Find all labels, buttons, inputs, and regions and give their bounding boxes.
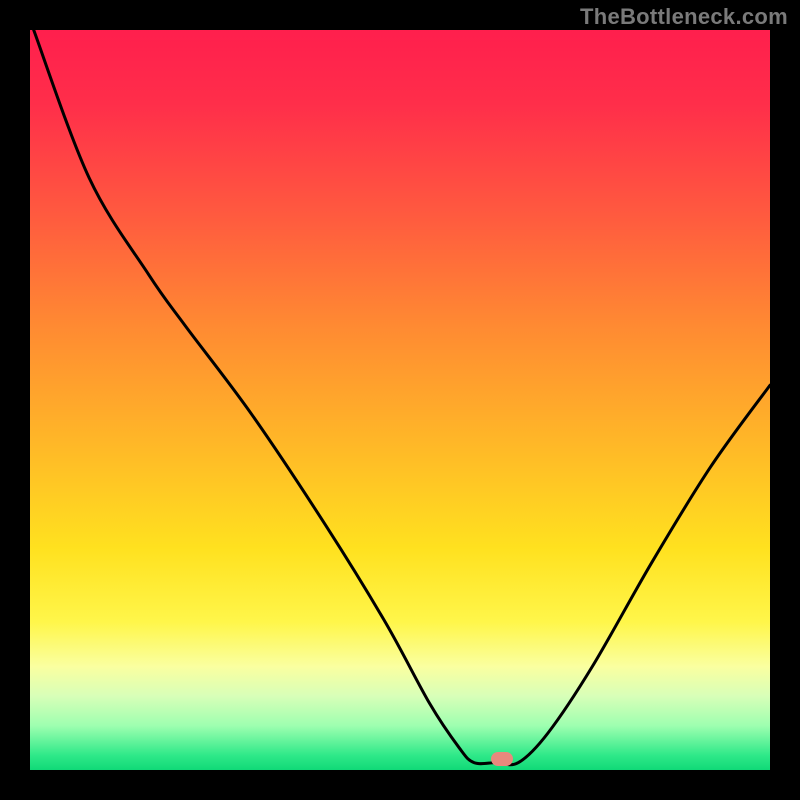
plot-area: [30, 30, 770, 770]
bottleneck-curve: [30, 30, 770, 770]
chart-stage: TheBottleneck.com: [0, 0, 800, 800]
curve-path: [34, 30, 770, 765]
optimal-point-marker: [491, 752, 513, 766]
watermark-text: TheBottleneck.com: [580, 4, 788, 30]
